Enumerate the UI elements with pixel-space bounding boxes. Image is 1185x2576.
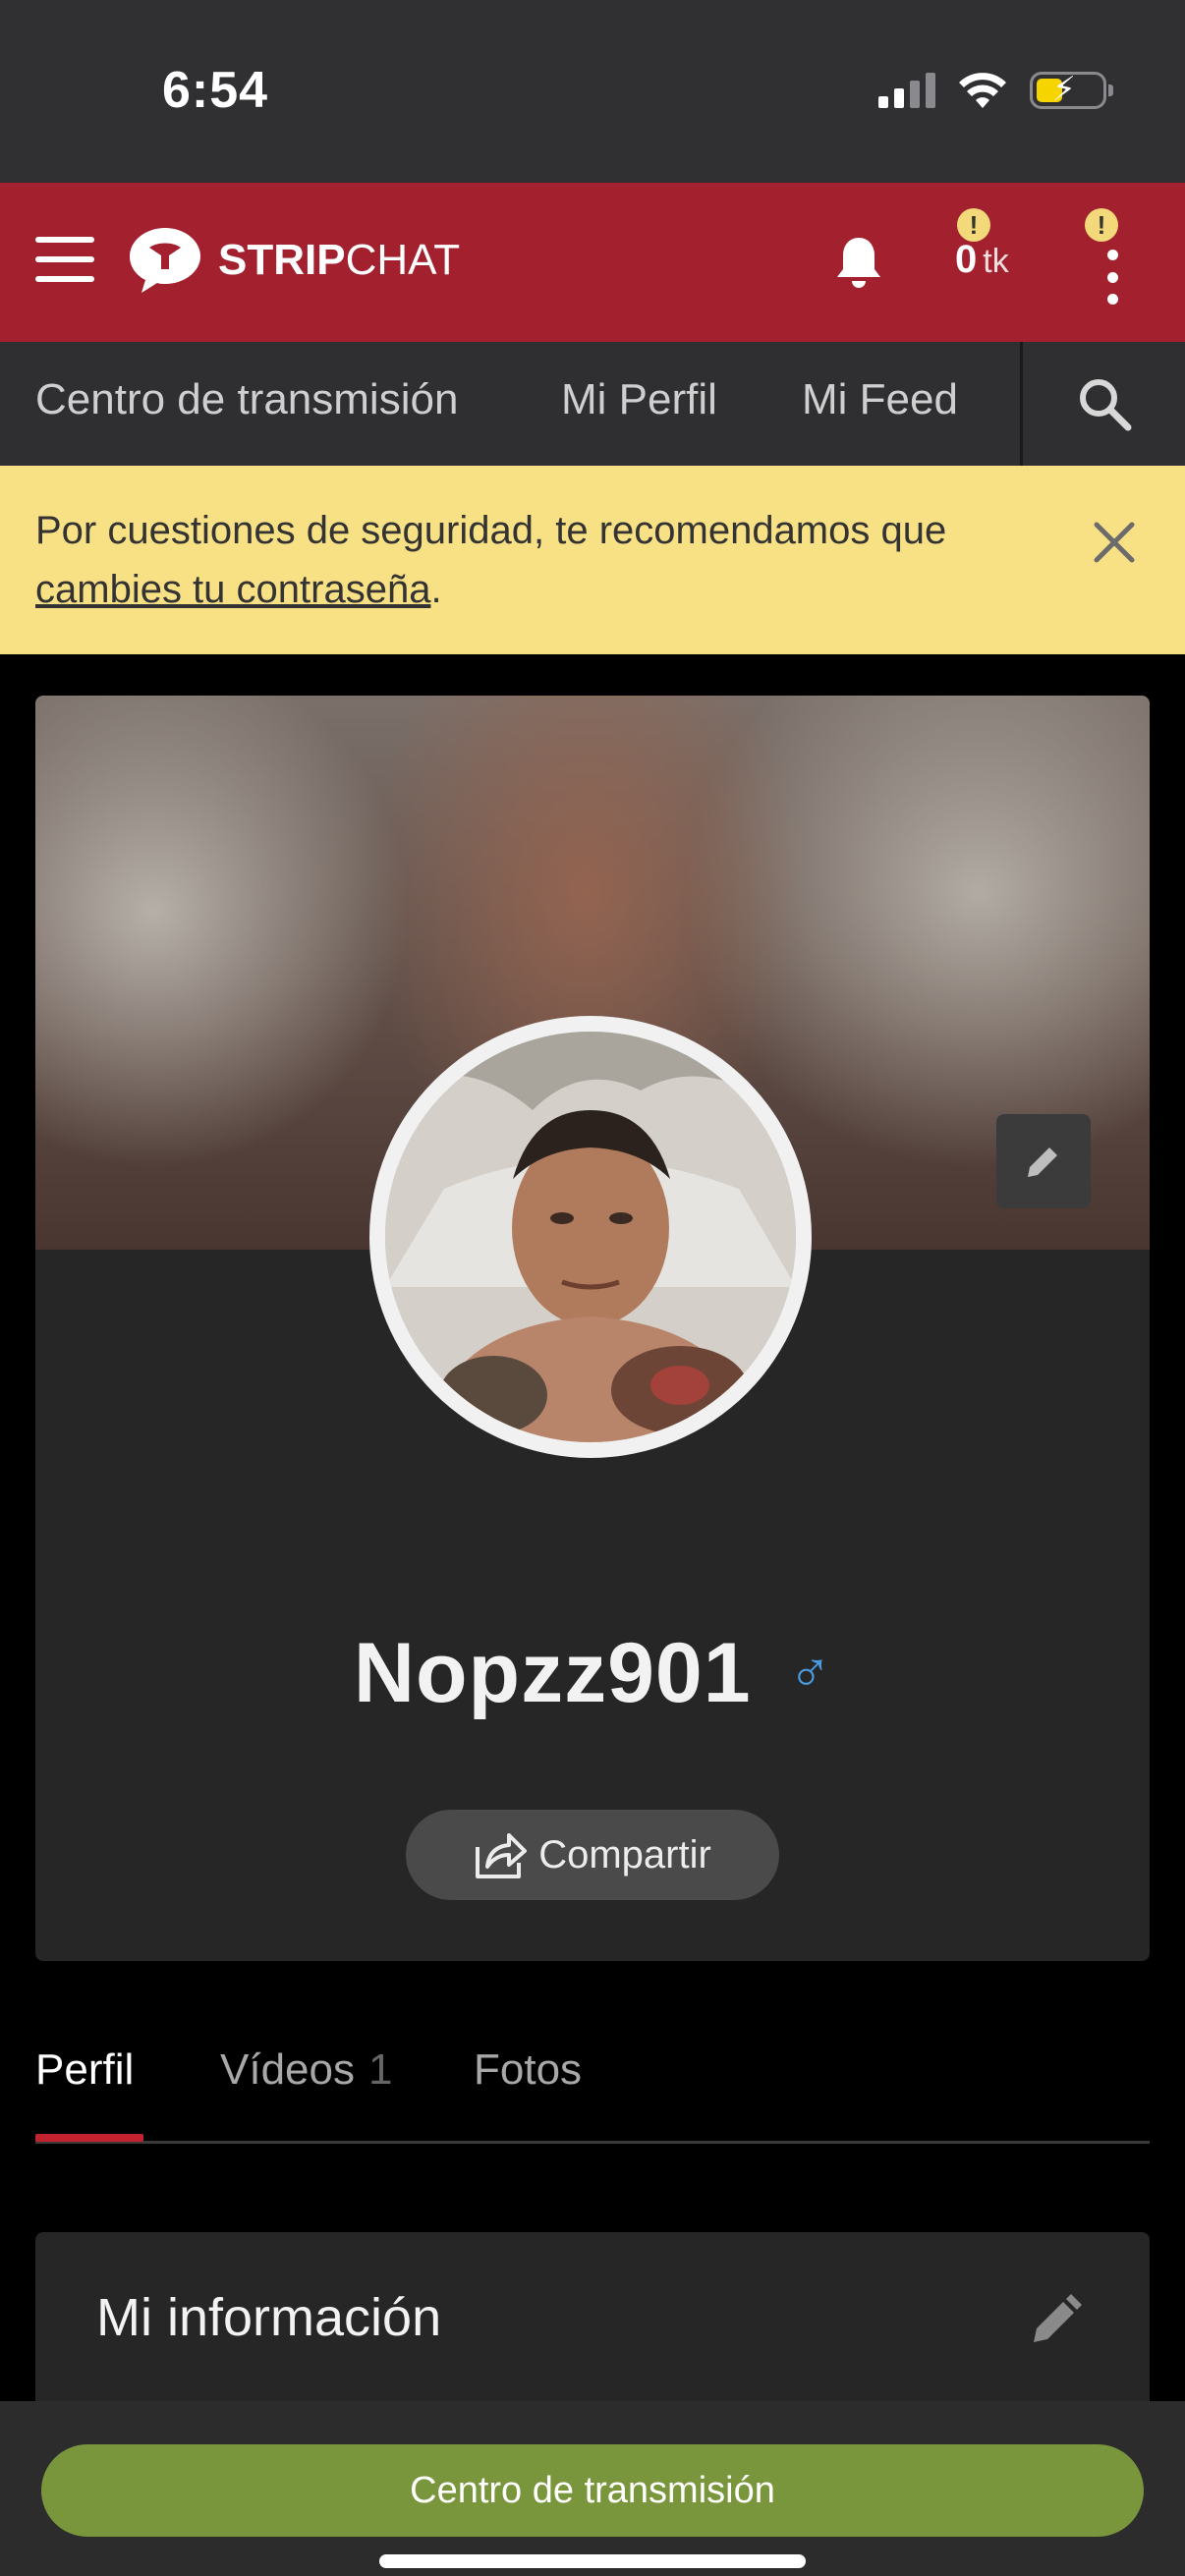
active-tab-indicator xyxy=(35,2134,143,2142)
change-password-link[interactable]: cambies tu contraseña xyxy=(35,568,430,611)
logo-text: STRIPCHAT xyxy=(218,236,461,284)
tab-videos[interactable]: Vídeos 1 xyxy=(220,2045,392,2095)
share-label: Compartir xyxy=(538,1832,711,1876)
home-indicator[interactable] xyxy=(379,2554,806,2568)
battery-charging-icon: ⚡ xyxy=(1030,72,1113,109)
warning-icon: ! xyxy=(957,208,990,242)
stripchat-logo-icon xyxy=(130,228,200,293)
top-nav: Centro de transmisión Mi Perfil Mi Feed xyxy=(0,342,1185,466)
avatar[interactable] xyxy=(369,1016,812,1458)
app-header: STRIPCHAT ! 0 tk ! xyxy=(0,183,1185,342)
bell-icon[interactable] xyxy=(833,234,884,291)
stripchat-logo[interactable]: STRIPCHAT xyxy=(128,226,460,295)
close-icon[interactable] xyxy=(1089,517,1140,568)
profile-card: Nopzz901 ♂ Compartir xyxy=(35,696,1150,1961)
search-icon xyxy=(1080,379,1132,431)
share-button[interactable]: Compartir xyxy=(406,1810,779,1900)
banner-text: Por cuestiones de seguridad, te recomend… xyxy=(35,509,947,611)
bottom-bar: Centro de transmisión xyxy=(0,2401,1185,2576)
wifi-icon xyxy=(959,73,1006,108)
profile-tabs: Perfil Vídeos 1 Fotos xyxy=(35,2036,1150,2144)
username-row: Nopzz901 ♂ xyxy=(35,1625,1150,1722)
broadcast-center-button[interactable]: Centro de transmisión xyxy=(41,2444,1144,2537)
share-icon xyxy=(476,1833,528,1878)
token-balance[interactable]: 0 tk xyxy=(955,238,1009,282)
tab-photos[interactable]: Fotos xyxy=(474,2045,582,2095)
page: 6:54 ⚡ STRIPCHAT ! 0 tk ! Centro de tran… xyxy=(0,0,1185,2576)
male-icon: ♂ xyxy=(788,1641,832,1705)
search-button[interactable] xyxy=(1023,342,1185,466)
pencil-icon[interactable] xyxy=(1028,2293,1083,2348)
status-time: 6:54 xyxy=(162,62,269,119)
security-banner: Por cuestiones de seguridad, te recomend… xyxy=(0,466,1185,654)
nav-my-feed[interactable]: Mi Feed xyxy=(802,375,958,424)
avatar-photo xyxy=(385,1032,796,1442)
broadcast-center-label: Centro de transmisión xyxy=(410,2469,775,2511)
status-icons: ⚡ xyxy=(878,71,1113,110)
videos-count: 1 xyxy=(367,2045,393,2094)
warning-icon: ! xyxy=(1085,208,1118,242)
info-title: Mi información xyxy=(96,2288,442,2347)
menu-icon[interactable] xyxy=(35,237,94,282)
edit-cover-button[interactable] xyxy=(996,1114,1091,1208)
nav-broadcast-center[interactable]: Centro de transmisión xyxy=(35,375,458,424)
status-bar: 6:54 ⚡ xyxy=(0,0,1185,183)
cellular-signal-icon xyxy=(878,73,935,108)
more-vertical-icon[interactable] xyxy=(1106,250,1118,305)
nav-my-profile[interactable]: Mi Perfil xyxy=(561,375,717,424)
pencil-icon xyxy=(1028,1148,1057,1177)
tab-profile[interactable]: Perfil xyxy=(35,2045,134,2095)
username: Nopzz901 xyxy=(353,1626,752,1720)
